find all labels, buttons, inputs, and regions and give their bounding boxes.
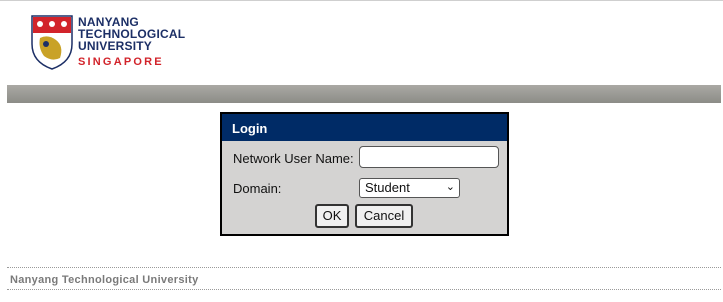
username-label: Network User Name:: [233, 151, 354, 166]
footer-divider-top: [7, 267, 721, 268]
ok-button[interactable]: OK: [315, 204, 349, 228]
username-input[interactable]: [359, 146, 499, 168]
cancel-button[interactable]: Cancel: [355, 204, 413, 228]
login-panel: Login Network User Name: Domain: Student…: [220, 112, 509, 236]
login-title: Login: [222, 114, 507, 141]
ntu-logo: NANYANG TECHNOLOGICAL UNIVERSITY SINGAPO…: [30, 14, 190, 72]
top-divider: [0, 0, 723, 1]
logo-subtitle: SINGAPORE: [78, 56, 164, 68]
chevron-down-icon: ⌄: [445, 181, 455, 193]
domain-selected-value: Student: [365, 180, 410, 195]
footer-text: Nanyang Technological University: [10, 274, 199, 286]
footer-divider-bottom: [7, 289, 721, 290]
domain-label: Domain:: [233, 181, 282, 196]
ntu-crest-icon: [31, 15, 73, 70]
domain-select[interactable]: Student ⌄: [359, 178, 460, 198]
logo-wordmark: NANYANG TECHNOLOGICAL UNIVERSITY: [78, 15, 186, 53]
header-bar: [7, 85, 721, 103]
